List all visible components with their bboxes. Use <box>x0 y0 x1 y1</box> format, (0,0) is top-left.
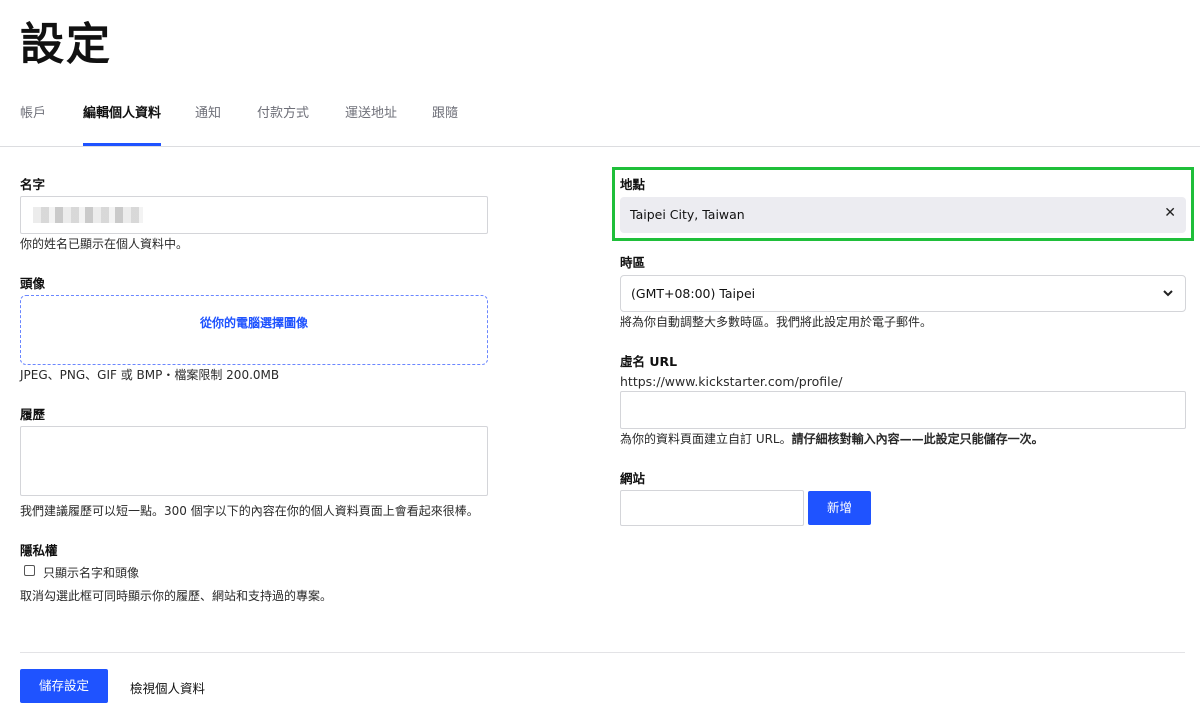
avatar-label: 頭像 <box>20 276 46 291</box>
bio-textarea[interactable] <box>20 426 488 496</box>
vanity-url-help-normal: 為你的資料頁面建立自訂 URL。 <box>620 432 792 446</box>
add-website-button[interactable]: 新增 <box>808 491 871 525</box>
tab-shipping-address[interactable]: 運送地址 <box>345 102 397 146</box>
footer-divider <box>20 652 1185 653</box>
bio-help-text: 我們建議履歷可以短一點。300 個字以下的內容在你的個人資料頁面上會看起來很棒。 <box>20 504 479 518</box>
view-profile-link[interactable]: 檢視個人資料 <box>130 678 205 697</box>
tab-account[interactable]: 帳戶 <box>20 102 46 146</box>
timezone-value: (GMT+08:00) Taipei <box>631 286 756 301</box>
settings-tabs: 帳戶 編輯個人資料 通知 付款方式 運送地址 跟隨 <box>0 90 1200 147</box>
redacted-name-value <box>33 207 143 223</box>
privacy-checkbox-label[interactable]: 只顯示名字和頭像 <box>43 564 139 581</box>
page-title: 設定 <box>20 19 112 70</box>
website-input[interactable] <box>620 490 804 526</box>
timezone-label: 時區 <box>620 255 646 270</box>
chevron-down-icon <box>1163 290 1173 297</box>
avatar-upload-link[interactable]: 從你的電腦選擇圖像 <box>21 314 487 331</box>
save-settings-button[interactable]: 儲存設定 <box>20 669 108 703</box>
bio-label: 履歷 <box>20 407 46 422</box>
tab-edit-profile[interactable]: 編輯個人資料 <box>83 102 162 146</box>
privacy-help-text: 取消勾選此框可同時顯示你的履歷、網站和支持過的專案。 <box>20 589 333 603</box>
timezone-select[interactable]: (GMT+08:00) Taipei <box>620 275 1186 312</box>
timezone-help-text: 將為你自動調整大多數時區。我們將此設定用於電子郵件。 <box>620 315 933 329</box>
name-help-text: 你的姓名已顯示在個人資料中。 <box>20 237 189 251</box>
tab-following[interactable]: 跟隨 <box>432 102 458 146</box>
location-value: Taipei City, Taiwan <box>630 207 745 222</box>
tab-payment-methods[interactable]: 付款方式 <box>257 102 309 146</box>
vanity-url-input[interactable] <box>620 391 1186 429</box>
location-label: 地點 <box>620 177 646 192</box>
avatar-upload-dropzone[interactable]: 從你的電腦選擇圖像 <box>20 295 488 365</box>
vanity-url-prefix: https://www.kickstarter.com/profile/ <box>620 374 843 389</box>
name-field[interactable] <box>20 196 488 234</box>
website-label: 網站 <box>620 471 646 486</box>
vanity-url-help-warning: 請仔細核對輸入內容——此設定只能儲存一次。 <box>791 432 1044 446</box>
tab-notifications[interactable]: 通知 <box>195 102 221 146</box>
vanity-url-help-text: 為你的資料頁面建立自訂 URL。請仔細核對輸入內容——此設定只能儲存一次。 <box>620 430 1044 447</box>
privacy-checkbox[interactable] <box>24 565 35 576</box>
name-label: 名字 <box>20 177 46 192</box>
close-icon[interactable]: ✕ <box>1164 205 1176 221</box>
vanity-url-label: 虛名 URL <box>620 354 678 369</box>
privacy-label: 隱私權 <box>20 543 58 558</box>
avatar-help-text: JPEG、PNG、GIF 或 BMP・檔案限制 200.0MB <box>20 368 280 382</box>
location-field[interactable]: Taipei City, Taiwan ✕ <box>620 197 1186 233</box>
